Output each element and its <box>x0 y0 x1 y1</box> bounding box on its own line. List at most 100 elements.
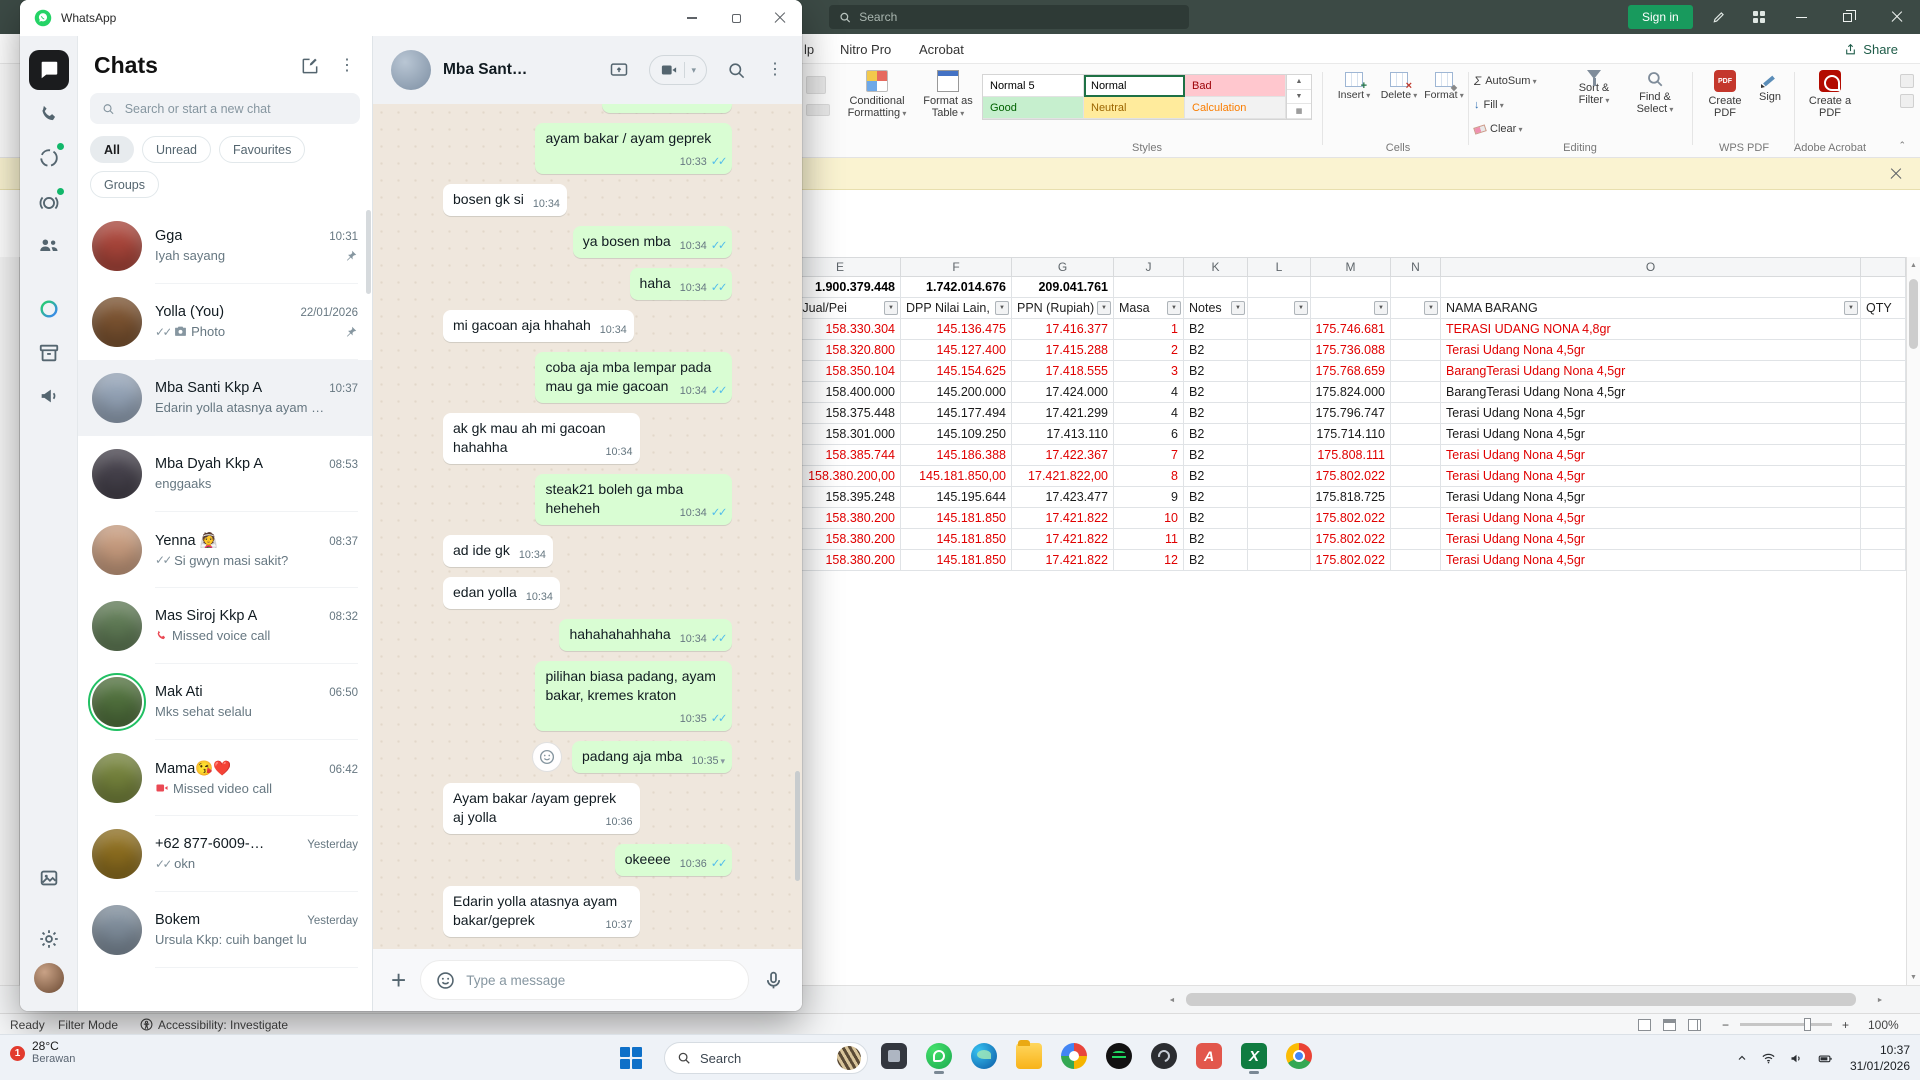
cell[interactable] <box>1248 403 1311 424</box>
column-letter[interactable]: F <box>901 257 1012 277</box>
header-cell[interactable] <box>1391 298 1441 319</box>
profile-avatar[interactable] <box>34 963 64 993</box>
filter-button[interactable] <box>1844 301 1858 315</box>
restore-button[interactable] <box>1828 0 1866 34</box>
cell[interactable]: B2 <box>1184 361 1248 382</box>
cell[interactable]: 17.421.822 <box>1012 550 1114 571</box>
cell[interactable]: 17.421.822 <box>1012 529 1114 550</box>
cell[interactable] <box>1248 382 1311 403</box>
cell[interactable]: Terasi Udang Nona 4,5gr <box>1441 340 1861 361</box>
taskbar-app-icon[interactable] <box>970 1041 998 1075</box>
cell[interactable] <box>1391 382 1441 403</box>
close-button[interactable] <box>758 0 802 36</box>
column-letter[interactable]: L <box>1248 257 1311 277</box>
share-button[interactable]: Share <box>1844 34 1898 64</box>
message-bubble[interactable]: padang ? 10:33 <box>602 104 732 113</box>
search-icon[interactable] <box>727 61 746 80</box>
chat-list-scrollbar[interactable] <box>366 210 371 294</box>
calls-tab[interactable] <box>29 94 69 134</box>
menu-acrobat[interactable]: Acrobat <box>919 34 964 64</box>
create-a-pdf-button[interactable]: Create a PDF <box>1800 70 1860 119</box>
cell[interactable]: Terasi Udang Nona 4,5gr <box>1441 550 1861 571</box>
cell[interactable]: 17.424.000 <box>1012 382 1114 403</box>
cell[interactable] <box>1391 403 1441 424</box>
maximize-button[interactable] <box>714 0 758 36</box>
cell[interactable]: 175.802.022 <box>1311 466 1391 487</box>
edit-icon[interactable] <box>1700 0 1738 34</box>
sign-button[interactable]: Sign <box>1752 70 1788 103</box>
chat-list-item[interactable]: Mas Siroj Kkp A 08:32 Mis <box>78 588 372 664</box>
cell[interactable] <box>1391 508 1441 529</box>
cell[interactable] <box>1861 424 1906 445</box>
weather-widget[interactable]: 1 28°C Berawan <box>10 1040 75 1066</box>
fill-button[interactable]: Fill <box>1474 96 1560 114</box>
wifi-icon[interactable] <box>1761 1051 1776 1066</box>
vertical-scroll-thumb[interactable] <box>1909 279 1918 349</box>
cells-button[interactable]: Format <box>1422 72 1466 101</box>
column-letter[interactable]: J <box>1114 257 1184 277</box>
style-preset[interactable]: Neutral <box>1084 97 1185 119</box>
cell[interactable] <box>1861 550 1906 571</box>
cell[interactable]: B2 <box>1184 319 1248 340</box>
cell[interactable]: 10 <box>1114 508 1184 529</box>
close-button[interactable] <box>1874 0 1920 34</box>
battery-icon[interactable] <box>1817 1051 1834 1066</box>
filter-button[interactable] <box>995 301 1009 315</box>
column-letter[interactable]: K <box>1184 257 1248 277</box>
cell[interactable]: 9 <box>1114 487 1184 508</box>
emoji-icon[interactable] <box>435 970 456 991</box>
autosum-button[interactable]: AutoSum <box>1474 72 1560 90</box>
cell[interactable]: Terasi Udang Nona 4,5gr <box>1441 403 1861 424</box>
cell[interactable]: B2 <box>1184 550 1248 571</box>
cells-button[interactable]: Delete <box>1377 72 1421 101</box>
menu-nitro-pro[interactable]: Nitro Pro <box>840 34 891 64</box>
whatsapp-titlebar[interactable]: WhatsApp <box>20 0 802 36</box>
cell[interactable]: Terasi Udang Nona 4,5gr <box>1441 445 1861 466</box>
message-bubble[interactable]: okeeee 10:36 <box>615 844 732 876</box>
react-emoji-button[interactable] <box>532 742 562 772</box>
cell[interactable]: 175.802.022 <box>1311 550 1391 571</box>
cell[interactable]: B2 <box>1184 487 1248 508</box>
cell[interactable]: 17.421.299 <box>1012 403 1114 424</box>
cell[interactable]: 6 <box>1114 424 1184 445</box>
app-search-input[interactable] <box>859 10 1179 24</box>
message-bubble[interactable]: mi gacoan aja hhahah 10:34 <box>443 310 634 342</box>
taskbar-search[interactable]: Search <box>664 1042 868 1074</box>
cell[interactable] <box>1248 508 1311 529</box>
cell[interactable]: 175.802.022 <box>1311 508 1391 529</box>
cell[interactable]: Terasi Udang Nona 4,5gr <box>1441 466 1861 487</box>
zoom-level[interactable]: 100% <box>1868 1014 1899 1035</box>
cell[interactable]: B2 <box>1184 445 1248 466</box>
header-cell[interactable]: DPP Nilai Lain, <box>901 298 1012 319</box>
column-letter[interactable]: N <box>1391 257 1441 277</box>
settings-button[interactable] <box>29 919 69 959</box>
taskbar-app-icon[interactable] <box>1015 1041 1043 1075</box>
cell[interactable] <box>1861 403 1906 424</box>
cell[interactable] <box>1248 445 1311 466</box>
cell[interactable]: 209.041.761 <box>1012 277 1114 298</box>
header-cell[interactable]: QTY <box>1861 298 1906 319</box>
cell[interactable]: 145.154.625 <box>901 361 1012 382</box>
chat-list-item[interactable]: Yolla (You) 22/01/2026 Ph <box>78 284 372 360</box>
cell[interactable]: 145.177.494 <box>901 403 1012 424</box>
filter-button[interactable] <box>1097 301 1111 315</box>
zoom-out-icon[interactable]: − <box>1722 1014 1729 1035</box>
cell[interactable]: 175.824.000 <box>1311 382 1391 403</box>
accessibility-status[interactable]: Accessibility: Investigate <box>140 1014 288 1035</box>
cell[interactable] <box>1391 550 1441 571</box>
cell[interactable]: 17.415.288 <box>1012 340 1114 361</box>
message-bubble[interactable]: Edarin yolla atasnya ayam bakar/geprek 1… <box>443 886 640 937</box>
chat-list-item[interactable]: Gga 10:31 Iyah sayang <box>78 208 372 284</box>
chat-list-item[interactable]: Mba Santi Kkp A 10:37 Eda <box>78 360 372 436</box>
search-highlight-image[interactable] <box>837 1046 861 1070</box>
cell[interactable]: 145.200.000 <box>901 382 1012 403</box>
cell[interactable] <box>1248 361 1311 382</box>
taskbar-app-icon[interactable] <box>1240 1041 1268 1075</box>
attach-plus-icon[interactable] <box>391 967 406 993</box>
conversation-header[interactable]: Mba Sant… ⋮ <box>373 36 802 104</box>
cell[interactable]: 17.422.367 <box>1012 445 1114 466</box>
cell[interactable] <box>1248 550 1311 571</box>
taskbar-app-icon[interactable] <box>1285 1041 1313 1075</box>
cell[interactable]: 145.109.250 <box>901 424 1012 445</box>
cell[interactable]: 145.181.850 <box>901 529 1012 550</box>
